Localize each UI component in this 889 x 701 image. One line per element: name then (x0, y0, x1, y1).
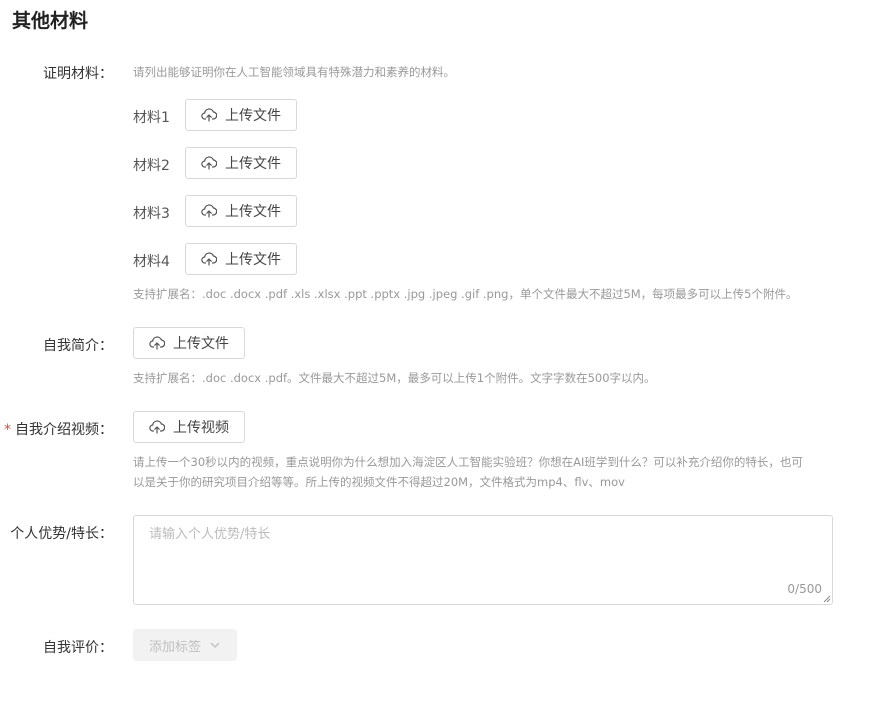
intro-formats-hint: 支持扩展名：.doc .docx .pdf。文件最大不超过5M，最多可以上传1个… (133, 371, 656, 385)
strengths-label: 个人优势/特长： (10, 526, 113, 542)
material-4-upload-label: 上传文件 (225, 252, 281, 268)
video-label-text: 自我介绍视频： (15, 422, 113, 438)
intro-label: 自我简介： (43, 338, 113, 354)
video-hint-line2: 以是关于你的研究项目介绍等等。所上传的视频文件不得超过20M，文件格式为mp4、… (133, 475, 625, 489)
section-title: 其他材料 (12, 10, 89, 32)
chevron-down-icon (210, 642, 220, 648)
material-4-label: 材料4 (133, 254, 170, 270)
upload-cloud-icon (201, 252, 217, 266)
material-2-label: 材料2 (133, 158, 170, 174)
required-mark: * (4, 422, 11, 438)
strengths-char-counter: 0/500 (787, 582, 822, 596)
material-2-upload-button[interactable]: 上传文件 (185, 147, 297, 179)
material-4-upload-button[interactable]: 上传文件 (185, 243, 297, 275)
intro-upload-button[interactable]: 上传文件 (133, 327, 245, 359)
material-3-upload-label: 上传文件 (225, 204, 281, 220)
upload-cloud-icon (149, 420, 165, 434)
material-1-label: 材料1 (133, 110, 170, 126)
material-2-upload-label: 上传文件 (225, 156, 281, 172)
add-tag-placeholder: 添加标签 (148, 639, 201, 655)
strengths-textarea[interactable] (134, 516, 832, 604)
material-3-label: 材料3 (133, 206, 170, 222)
material-1-upload-label: 上传文件 (225, 108, 281, 124)
proof-formats-hint: 支持扩展名：.doc .docx .pdf .xls .xlsx .ppt .p… (133, 287, 798, 301)
upload-cloud-icon (149, 336, 165, 350)
material-1-upload-button[interactable]: 上传文件 (185, 99, 297, 131)
intro-upload-label: 上传文件 (173, 336, 229, 352)
upload-cloud-icon (201, 156, 217, 170)
proof-hint: 请列出能够证明你在人工智能领域具有特殊潜力和素养的材料。 (133, 65, 455, 79)
proof-label: 证明材料： (43, 66, 113, 82)
upload-cloud-icon (201, 204, 217, 218)
upload-cloud-icon (201, 108, 217, 122)
resize-handle-icon[interactable] (823, 595, 831, 603)
add-tag-select[interactable]: 添加标签 (133, 629, 237, 661)
video-upload-button[interactable]: 上传视频 (133, 411, 245, 443)
video-upload-label: 上传视频 (173, 420, 229, 436)
strengths-textarea-wrapper: 0/500 (133, 515, 833, 605)
video-hint-line1: 请上传一个30秒以内的视频，重点说明你为什么想加入海淀区人工智能实验班？你想在A… (133, 455, 803, 469)
video-label: * 自我介绍视频： (0, 419, 113, 439)
evaluation-label: 自我评价： (43, 640, 113, 656)
material-3-upload-button[interactable]: 上传文件 (185, 195, 297, 227)
